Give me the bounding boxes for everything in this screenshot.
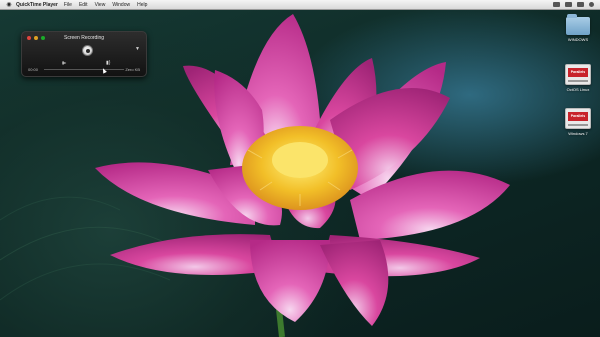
- speaker-high-icon: ▮): [106, 60, 111, 66]
- desktop-icon-label: OctOS Linux: [566, 87, 590, 92]
- screen-recording-window[interactable]: Screen Recording ▼ ▮▸ ▮) 00:00 Zero KB: [21, 31, 147, 77]
- record-button[interactable]: [82, 45, 93, 56]
- parallels-badge: Parallels: [570, 70, 586, 74]
- speaker-low-icon: ▮▸: [62, 60, 67, 65]
- folder-icon: [566, 14, 590, 35]
- options-chevron-icon[interactable]: ▼: [135, 46, 140, 52]
- window-title: Screen Recording: [63, 35, 105, 41]
- desktop-icon-label: Windows 7: [568, 131, 588, 136]
- recording-time: 00:00: [28, 67, 39, 72]
- desktop-icon-vm-linux[interactable]: Parallels OctOS Linux: [558, 64, 598, 92]
- parallels-vm-icon: Parallels: [565, 64, 591, 85]
- desktop-icon-label: WINDOWS: [567, 37, 589, 42]
- parallels-vm-icon: Parallels: [565, 108, 591, 129]
- desktop-icon-windows-folder[interactable]: WINDOWS: [558, 14, 598, 42]
- volume-slider[interactable]: [44, 69, 124, 70]
- desktop-icon-vm-windows7[interactable]: Parallels Windows 7: [558, 108, 598, 136]
- recording-size: Zero KB: [125, 67, 140, 72]
- parallels-badge: Parallels: [570, 114, 586, 118]
